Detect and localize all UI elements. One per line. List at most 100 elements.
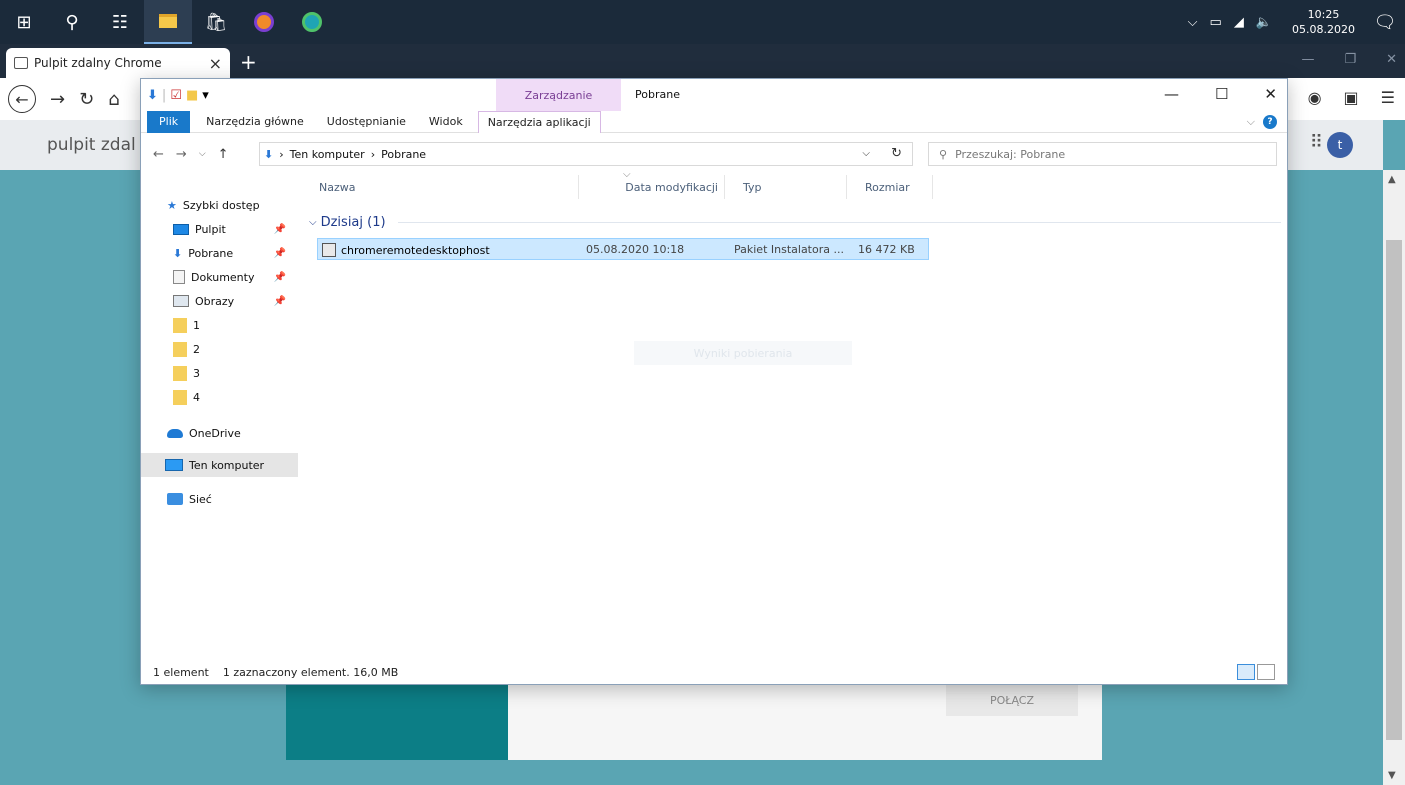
pin-icon[interactable]: 📌	[274, 224, 286, 235]
sidebar-item-label: Szybki dostęp	[182, 198, 260, 212]
close-icon[interactable]: ✕	[1264, 85, 1277, 103]
group-header[interactable]: ⌵ Dzisiaj (1)	[301, 211, 1281, 233]
sidebar-item-folder-2[interactable]: 2	[141, 337, 298, 361]
minimize-icon[interactable]: —	[1164, 85, 1179, 103]
apps-grid-icon[interactable]: ⠿	[1310, 132, 1323, 153]
store-icon[interactable]: 🛍	[192, 0, 240, 44]
extension-icon[interactable]: ◉	[1308, 88, 1322, 107]
column-header-date[interactable]: Data modyfikacji	[579, 175, 725, 199]
home-icon[interactable]: ⌂	[108, 89, 119, 110]
menu-icon[interactable]: ☰	[1381, 88, 1395, 107]
sidebar-item-label: 4	[193, 390, 200, 404]
battery-icon[interactable]: ▭	[1210, 15, 1222, 30]
sidebar-item-quick-access[interactable]: ★ Szybki dostęp	[141, 193, 298, 217]
ribbon-tabs: Plik Narzędzia główne Udostępnianie Wido…	[141, 110, 1287, 133]
volume-icon[interactable]: 🔈	[1256, 15, 1272, 30]
properties-icon[interactable]: ☑	[170, 88, 182, 103]
sidebar-item-label: Ten komputer	[189, 458, 265, 472]
tab-file[interactable]: Plik	[147, 110, 191, 133]
sidebar-item-label: Pobrane	[188, 246, 234, 260]
sidebar-item-documents[interactable]: Dokumenty 📌	[141, 265, 298, 289]
column-header-size[interactable]: Rozmiar	[847, 175, 933, 199]
search-input[interactable]: ⚲ Przeszukaj: Pobrane	[928, 142, 1277, 166]
address-dropdown-icon[interactable]: ⌵	[862, 148, 870, 159]
edge-icon[interactable]	[288, 0, 336, 44]
expand-ribbon-icon[interactable]: ⌵	[1247, 115, 1255, 129]
column-header-name[interactable]: Nazwa	[301, 175, 579, 199]
tab-share[interactable]: Udostępnianie	[313, 111, 415, 133]
search-icon[interactable]: ⚲	[48, 0, 96, 44]
scroll-down-icon[interactable]: ▼	[1388, 770, 1396, 781]
new-tab-button[interactable]: +	[240, 50, 257, 74]
forward-icon[interactable]: →	[176, 147, 187, 162]
star-icon: ★	[167, 198, 177, 212]
scroll-thumb[interactable]	[1386, 240, 1402, 740]
sidebar-item-folder-4[interactable]: 4	[141, 385, 298, 409]
sidebar-item-pictures[interactable]: Obrazy 📌	[141, 289, 298, 313]
pin-icon[interactable]: 📌	[274, 296, 286, 307]
up-folder-icon[interactable]: ↑	[218, 147, 229, 162]
back-icon[interactable]: ←	[8, 85, 36, 113]
windows-start-icon[interactable]: ⊞	[0, 0, 48, 44]
download-folder-icon: ⬇	[147, 87, 158, 103]
recent-locations-icon[interactable]: ⌵	[199, 149, 206, 159]
sidebar-item-network[interactable]: Sieć	[141, 487, 298, 511]
address-row: ← → ⌵ ↑ ⬇ › Ten komputer › Pobrane ⌵ ↻ ⚲…	[141, 139, 1287, 169]
sidebar-item-onedrive[interactable]: OneDrive	[141, 421, 298, 445]
clock[interactable]: 10:25 05.08.2020	[1282, 7, 1365, 37]
folder-icon	[173, 341, 187, 357]
drag-ghost: Wyniki pobierania	[634, 341, 852, 365]
folder-icon	[173, 317, 187, 333]
address-bar[interactable]: ⬇ › Ten komputer › Pobrane ⌵ ↻	[259, 142, 913, 166]
scroll-up-icon[interactable]: ▲	[1388, 174, 1396, 185]
clock-time: 10:25	[1307, 8, 1340, 21]
tab-app-tools[interactable]: Narzędzia aplikacji	[477, 110, 601, 133]
back-icon[interactable]: ←	[153, 147, 164, 162]
sidebar-item-this-pc[interactable]: Ten komputer	[141, 453, 298, 477]
tab-home[interactable]: Narzędzia główne	[190, 111, 313, 133]
reload-icon[interactable]: ↻	[79, 89, 94, 110]
breadcrumb-downloads[interactable]: Pobrane	[381, 148, 426, 161]
tab-close-icon[interactable]: ×	[209, 54, 222, 73]
refresh-icon[interactable]: ↻	[891, 146, 902, 161]
file-explorer-icon[interactable]	[144, 0, 192, 44]
sidebar-item-label: Sieć	[189, 492, 212, 506]
pin-icon[interactable]: 📌	[274, 272, 286, 283]
forward-icon[interactable]: →	[50, 89, 65, 110]
breadcrumb-this-pc[interactable]: Ten komputer	[290, 148, 365, 161]
table-row[interactable]: chromeremotedesktophost 05.08.2020 10:18…	[317, 238, 929, 260]
restore-icon[interactable]: ❐	[1344, 52, 1356, 67]
qat-dropdown-icon[interactable]: ▾	[202, 88, 209, 103]
chevron-up-icon[interactable]: ⌵	[1188, 15, 1198, 30]
details-view-icon[interactable]	[1237, 664, 1255, 680]
taskbar: ⊞ ⚲ ☷ 🛍 ⌵ ▭ ◢ 🔈 10:25 05.08.2020 🗨	[0, 0, 1405, 44]
sidebar-item-label: Obrazy	[195, 294, 235, 308]
sidebar-item-folder-1[interactable]: 1	[141, 313, 298, 337]
tab-view[interactable]: Widok	[415, 111, 472, 133]
sidebar-item-folder-3[interactable]: 3	[141, 361, 298, 385]
large-icons-view-icon[interactable]	[1257, 664, 1275, 680]
task-view-icon[interactable]: ☷	[96, 0, 144, 44]
pin-icon[interactable]: 📌	[274, 248, 286, 259]
sidebar-item-downloads[interactable]: ⬇ Pobrane 📌	[141, 241, 298, 265]
notification-icon[interactable]: 🗨	[1365, 12, 1405, 33]
explorer-titlebar: ⬇ | ☑ ■ ▾ Zarządzanie Pobrane — ☐ ✕	[141, 79, 1287, 111]
sidebar-item-label: Dokumenty	[191, 270, 255, 284]
column-header-type[interactable]: Typ	[725, 175, 847, 199]
help-icon[interactable]: ?	[1263, 115, 1277, 129]
avatar[interactable]: t	[1327, 132, 1353, 158]
connect-button[interactable]: POŁĄCZ	[946, 684, 1078, 716]
sidebar-item-desktop[interactable]: Pulpit 📌	[141, 217, 298, 241]
maximize-icon[interactable]: ☐	[1215, 85, 1228, 103]
remote-desktop-extension-icon[interactable]: ▣	[1344, 88, 1359, 107]
close-icon[interactable]: ✕	[1386, 52, 1397, 67]
page-scrollbar[interactable]: ▲ ▼	[1383, 170, 1405, 785]
minimize-icon[interactable]: —	[1301, 52, 1314, 67]
ribbon-right-controls: ⌵ ?	[1247, 115, 1277, 129]
wifi-icon[interactable]: ◢	[1234, 15, 1244, 30]
new-folder-icon[interactable]: ■	[186, 88, 198, 103]
firefox-icon[interactable]	[240, 0, 288, 44]
desktop-icon	[173, 223, 189, 235]
file-size: 16 472 KB	[858, 243, 915, 256]
browser-tab[interactable]: Pulpit zdalny Chrome ×	[6, 48, 230, 78]
